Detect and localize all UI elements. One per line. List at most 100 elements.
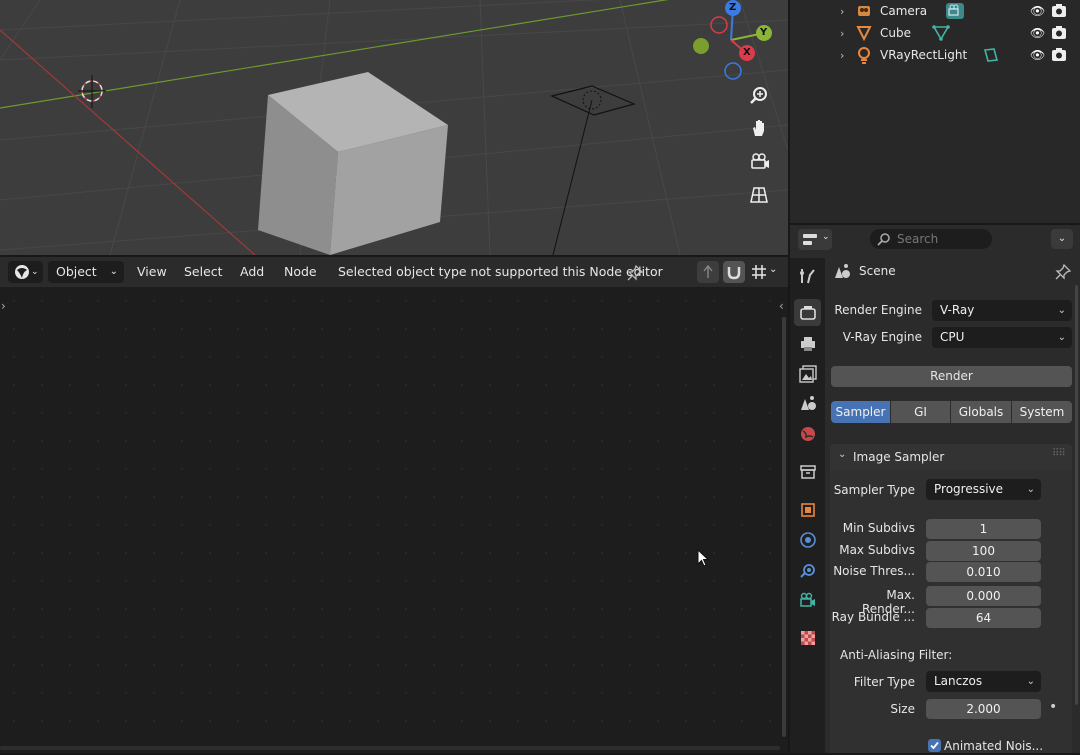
panel-header[interactable]: ⌄ Image Sampler ⠿⠿	[830, 444, 1072, 470]
drag-handle-icon[interactable]: ⠿⠿	[1052, 448, 1066, 459]
light-data-icon[interactable]	[982, 47, 1000, 63]
toolbar-expand-icon[interactable]: ›	[1, 299, 6, 313]
tab-gi[interactable]: GI	[891, 401, 950, 423]
node-editor-canvas[interactable]: › ‹	[0, 287, 788, 753]
gizmo-z-label: Z	[729, 2, 737, 13]
expand-chevron-icon[interactable]: ›	[840, 5, 844, 18]
scene-icon	[835, 264, 850, 278]
outliner-item-label[interactable]: Camera	[880, 4, 927, 18]
chevron-down-icon: ⌄	[1026, 676, 1035, 687]
vray-engine-dropdown[interactable]: CPU ⌄	[932, 327, 1072, 348]
object-icon	[800, 502, 815, 517]
parent-node-tree-button[interactable]	[697, 261, 719, 283]
tab-view-layer[interactable]	[794, 360, 821, 387]
tab-system[interactable]: System	[1012, 401, 1072, 423]
horizontal-scrollbar[interactable]	[0, 746, 780, 750]
render-camera-icon[interactable]	[1052, 26, 1066, 39]
output-printer-icon	[800, 336, 815, 351]
light-object-icon	[858, 47, 870, 64]
expand-chevron-icon[interactable]: ›	[840, 27, 844, 40]
vray-engine-value: CPU	[940, 330, 965, 344]
max-render-time-field[interactable]: 0.000	[926, 586, 1041, 606]
outliner-row-light[interactable]: › VRayRectLight 👁	[790, 44, 1080, 66]
object-type-dropdown[interactable]: Object ⌄	[48, 261, 124, 283]
editor-type-selector[interactable]: ⌄	[8, 261, 43, 283]
outliner[interactable]: › Camera 👁 › Cube 👁 › VRayRectLight 👁	[790, 0, 1080, 223]
render-button[interactable]: Render	[831, 366, 1072, 387]
outliner-item-label[interactable]: VRayRectLight	[880, 48, 967, 62]
search-placeholder: Search	[897, 232, 939, 246]
snap-toggle[interactable]	[723, 261, 745, 283]
chevron-down-icon: ⌄	[31, 267, 39, 277]
mesh-data-icon[interactable]	[932, 25, 950, 41]
noise-threshold-field[interactable]: 0.010	[926, 562, 1041, 582]
animated-noise-label: Animated Nois...	[944, 739, 1044, 753]
tab-world[interactable]	[794, 420, 821, 447]
properties-scrollbar[interactable]	[1075, 285, 1078, 705]
ray-bundle-label: Ray Bundle ...	[831, 610, 915, 624]
pin-icon[interactable]	[1055, 264, 1071, 280]
properties-search-field[interactable]: Search	[870, 229, 992, 249]
camera-view-icon[interactable]	[749, 152, 777, 180]
render-camera-icon[interactable]	[1052, 48, 1066, 61]
tab-collection[interactable]	[794, 458, 821, 485]
vertical-scrollbar[interactable]	[782, 317, 786, 737]
tab-constraints[interactable]	[794, 556, 821, 583]
menu-node[interactable]: Node	[284, 261, 317, 283]
size-label: Size	[890, 702, 915, 716]
render-camera-icon[interactable]	[1052, 4, 1066, 17]
settings-tab-row: Sampler GI Globals System	[831, 401, 1072, 423]
grid-perspective-icon[interactable]	[749, 185, 777, 213]
camera-data-icon[interactable]	[945, 2, 965, 20]
animated-noise-checkbox[interactable]	[928, 739, 941, 752]
sidebar-expand-icon[interactable]: ‹	[779, 299, 784, 313]
max-subdivs-field[interactable]: 100	[926, 541, 1041, 561]
gizmo-x-label: X	[743, 47, 751, 58]
sampler-type-dropdown[interactable]: Progressive ⌄	[926, 479, 1041, 500]
keyframe-dot-icon[interactable]: •	[1049, 699, 1057, 715]
gizmo-y-label: Y	[760, 27, 768, 38]
eye-icon[interactable]: 👁	[1030, 4, 1045, 18]
outliner-item-label[interactable]: Cube	[880, 26, 911, 40]
tab-render[interactable]	[794, 299, 821, 326]
size-field[interactable]: 2.000	[926, 699, 1041, 719]
hand-pan-icon[interactable]	[749, 118, 777, 146]
ray-bundle-field[interactable]: 64	[926, 608, 1041, 628]
snap-grid-icon	[752, 265, 766, 279]
3d-viewport[interactable]: Z Y X	[0, 0, 788, 255]
zoom-icon[interactable]	[749, 86, 777, 114]
snap-mode-dropdown[interactable]: ⌄	[748, 261, 780, 283]
node-editor-icon	[15, 265, 29, 279]
render-engine-dropdown[interactable]: V-Ray ⌄	[932, 300, 1072, 321]
physics-icon	[799, 531, 816, 548]
outliner-row-cube[interactable]: › Cube 👁	[790, 22, 1080, 44]
menu-add[interactable]: Add	[240, 261, 264, 283]
menu-select[interactable]: Select	[184, 261, 223, 283]
tab-texture[interactable]	[794, 624, 821, 651]
eye-icon[interactable]: 👁	[1030, 48, 1045, 62]
pin-icon[interactable]	[627, 265, 643, 281]
tab-object-data[interactable]	[794, 586, 821, 613]
filter-type-dropdown[interactable]: Lanczos ⌄	[926, 671, 1041, 692]
options-dropdown[interactable]: ⌄	[1051, 229, 1073, 249]
tool-icon	[799, 268, 815, 283]
sampler-type-value: Progressive	[934, 482, 1004, 496]
checker-texture-icon	[800, 630, 815, 645]
menu-view[interactable]: View	[137, 261, 167, 283]
tab-physics[interactable]	[794, 526, 821, 553]
min-subdivs-field[interactable]: 1	[926, 519, 1041, 539]
tab-object[interactable]	[794, 496, 821, 523]
tab-output[interactable]	[794, 330, 821, 357]
max-subdivs-label: Max Subdivs	[839, 543, 915, 557]
outliner-row-camera[interactable]: › Camera 👁	[790, 0, 1080, 22]
expand-chevron-icon[interactable]: ›	[840, 49, 844, 62]
tab-scene[interactable]	[794, 390, 821, 417]
chevron-down-icon: ⌄	[1057, 233, 1067, 244]
eye-icon[interactable]: 👁	[1030, 26, 1045, 40]
tab-sampler[interactable]: Sampler	[831, 401, 890, 423]
status-message: Selected object type not supported this …	[338, 264, 663, 279]
properties-editor-type-selector[interactable]: ⌄	[798, 229, 832, 250]
tab-tool[interactable]	[794, 262, 821, 289]
camera-object-icon	[858, 6, 870, 16]
tab-globals[interactable]: Globals	[951, 401, 1011, 423]
